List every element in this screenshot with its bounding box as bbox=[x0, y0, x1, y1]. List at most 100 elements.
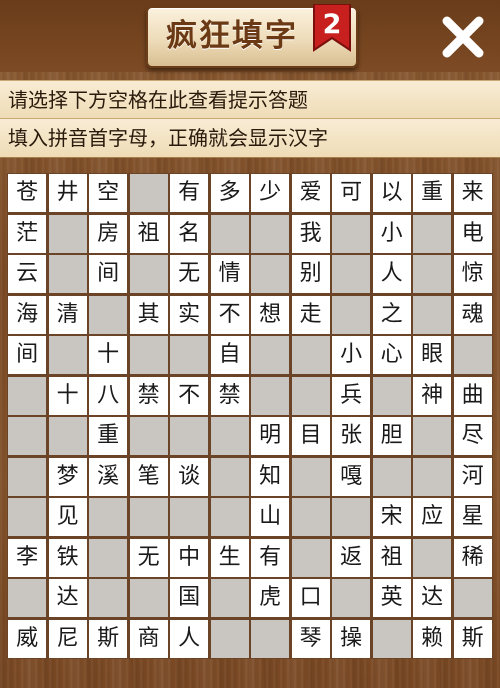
grid-cell[interactable]: 梦 bbox=[48, 457, 87, 496]
grid-cell[interactable]: 来 bbox=[453, 174, 492, 213]
grid-cell-char: 重 bbox=[97, 423, 120, 449]
grid-cell[interactable]: 祖 bbox=[372, 538, 411, 577]
grid-cell[interactable]: 胆 bbox=[372, 417, 411, 456]
grid-cell[interactable]: 达 bbox=[413, 579, 452, 618]
grid-cell-char: 谈 bbox=[178, 463, 201, 489]
grid-cell[interactable]: 爱 bbox=[291, 174, 330, 213]
grid-cell[interactable]: 张 bbox=[332, 417, 371, 456]
grid-cell[interactable]: 想 bbox=[251, 295, 290, 334]
grid-cell[interactable]: 空 bbox=[89, 174, 128, 213]
grid-cell[interactable]: 达 bbox=[48, 579, 87, 618]
grid-cell[interactable]: 少 bbox=[251, 174, 290, 213]
grid-cell[interactable]: 威 bbox=[8, 619, 47, 658]
grid-cell[interactable]: 曲 bbox=[453, 376, 492, 415]
grid-cell[interactable]: 十 bbox=[89, 336, 128, 375]
grid-cell[interactable]: 宋 bbox=[372, 498, 411, 537]
grid-cell[interactable]: 之 bbox=[372, 295, 411, 334]
grid-cell[interactable]: 尽 bbox=[453, 417, 492, 456]
grid-cell[interactable]: 笔 bbox=[129, 457, 168, 496]
grid-cell[interactable]: 魂 bbox=[453, 295, 492, 334]
grid-cell[interactable]: 眼 bbox=[413, 336, 452, 375]
grid-cell-char: 不 bbox=[178, 382, 201, 408]
grid-cell[interactable]: 目 bbox=[291, 417, 330, 456]
grid-cell-char: 商 bbox=[137, 625, 160, 651]
grid-cell[interactable]: 有 bbox=[251, 538, 290, 577]
grid-cell[interactable]: 商 bbox=[129, 619, 168, 658]
grid-cell[interactable]: 禁 bbox=[210, 376, 249, 415]
grid-cell[interactable]: 我 bbox=[291, 214, 330, 253]
grid-cell[interactable]: 英 bbox=[372, 579, 411, 618]
grid-cell[interactable]: 名 bbox=[170, 214, 209, 253]
grid-cell[interactable]: 口 bbox=[291, 579, 330, 618]
grid-cell[interactable]: 实 bbox=[170, 295, 209, 334]
grid-cell[interactable]: 有 bbox=[170, 174, 209, 213]
grid-cell[interactable]: 兵 bbox=[332, 376, 371, 415]
grid-cell[interactable]: 无 bbox=[129, 538, 168, 577]
grid-cell[interactable]: 稀 bbox=[453, 538, 492, 577]
grid-cell[interactable]: 海 bbox=[8, 295, 47, 334]
grid-cell[interactable]: 自 bbox=[210, 336, 249, 375]
grid-cell[interactable]: 山 bbox=[251, 498, 290, 537]
grid-cell[interactable]: 李 bbox=[8, 538, 47, 577]
grid-cell[interactable]: 云 bbox=[8, 255, 47, 294]
grid-cell[interactable]: 嘎 bbox=[332, 457, 371, 496]
grid-cell[interactable]: 斯 bbox=[89, 619, 128, 658]
grid-cell[interactable]: 操 bbox=[332, 619, 371, 658]
grid-cell[interactable]: 虎 bbox=[251, 579, 290, 618]
grid-cell[interactable]: 中 bbox=[170, 538, 209, 577]
grid-cell[interactable]: 禁 bbox=[129, 376, 168, 415]
grid-cell[interactable]: 多 bbox=[210, 174, 249, 213]
game-title: 疯狂填字 bbox=[166, 18, 298, 54]
grid-cell[interactable]: 苍 bbox=[8, 174, 47, 213]
grid-cell[interactable]: 八 bbox=[89, 376, 128, 415]
grid-cell[interactable]: 心 bbox=[372, 336, 411, 375]
grid-cell[interactable]: 国 bbox=[170, 579, 209, 618]
grid-cell[interactable]: 情 bbox=[210, 255, 249, 294]
grid-cell[interactable]: 间 bbox=[89, 255, 128, 294]
grid-cell[interactable]: 琴 bbox=[291, 619, 330, 658]
grid-cell[interactable]: 溪 bbox=[89, 457, 128, 496]
grid-cell[interactable]: 惊 bbox=[453, 255, 492, 294]
grid-cell[interactable]: 赖 bbox=[413, 619, 452, 658]
grid-cell[interactable]: 重 bbox=[413, 174, 452, 213]
grid-cell-blocked bbox=[129, 174, 168, 213]
grid-cell[interactable]: 河 bbox=[453, 457, 492, 496]
grid-cell[interactable]: 神 bbox=[413, 376, 452, 415]
grid-cell-char: 我 bbox=[299, 220, 322, 246]
grid-cell[interactable]: 间 bbox=[8, 336, 47, 375]
grid-cell[interactable]: 无 bbox=[170, 255, 209, 294]
grid-cell[interactable]: 祖 bbox=[129, 214, 168, 253]
grid-cell[interactable]: 以 bbox=[372, 174, 411, 213]
grid-cell[interactable]: 斯 bbox=[453, 619, 492, 658]
grid-cell[interactable]: 走 bbox=[291, 295, 330, 334]
grid-cell[interactable]: 井 bbox=[48, 174, 87, 213]
grid-cell[interactable]: 可 bbox=[332, 174, 371, 213]
grid-cell[interactable]: 谈 bbox=[170, 457, 209, 496]
grid-cell[interactable]: 生 bbox=[210, 538, 249, 577]
close-button[interactable] bbox=[440, 14, 486, 60]
grid-cell[interactable]: 人 bbox=[372, 255, 411, 294]
grid-cell[interactable]: 不 bbox=[170, 376, 209, 415]
grid-cell-char: 小 bbox=[380, 220, 403, 246]
grid-cell[interactable]: 其 bbox=[129, 295, 168, 334]
grid-cell[interactable]: 铁 bbox=[48, 538, 87, 577]
grid-cell[interactable]: 星 bbox=[453, 498, 492, 537]
grid-cell[interactable]: 清 bbox=[48, 295, 87, 334]
grid-cell[interactable]: 房 bbox=[89, 214, 128, 253]
grid-cell[interactable]: 小 bbox=[372, 214, 411, 253]
grid-cell[interactable]: 十 bbox=[48, 376, 87, 415]
grid-cell[interactable]: 知 bbox=[251, 457, 290, 496]
grid-cell[interactable]: 见 bbox=[48, 498, 87, 537]
grid-cell[interactable]: 返 bbox=[332, 538, 371, 577]
grid-cell[interactable]: 不 bbox=[210, 295, 249, 334]
grid-cell[interactable]: 人 bbox=[170, 619, 209, 658]
grid-cell[interactable]: 尼 bbox=[48, 619, 87, 658]
grid-cell[interactable]: 小 bbox=[332, 336, 371, 375]
grid-cell[interactable]: 电 bbox=[453, 214, 492, 253]
grid-cell-char: 赖 bbox=[421, 625, 444, 651]
grid-cell[interactable]: 重 bbox=[89, 417, 128, 456]
grid-cell[interactable]: 明 bbox=[251, 417, 290, 456]
grid-cell[interactable]: 茫 bbox=[8, 214, 47, 253]
grid-cell[interactable]: 别 bbox=[291, 255, 330, 294]
grid-cell[interactable]: 应 bbox=[413, 498, 452, 537]
